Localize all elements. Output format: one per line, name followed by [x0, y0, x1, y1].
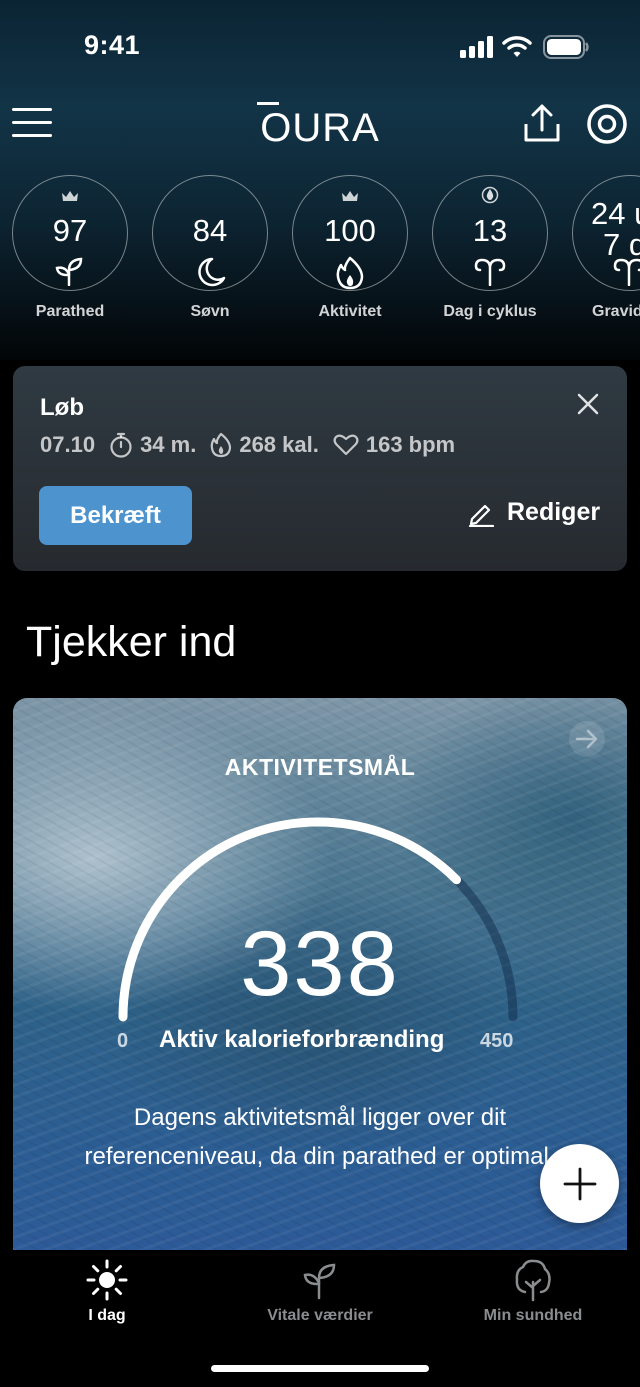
tab-label: Min sundhed [483, 1307, 583, 1324]
heart-icon [333, 434, 359, 456]
battery-icon [543, 35, 589, 59]
workout-stats: 07.10 34 m. 268 kal. 163 bpm [40, 432, 469, 458]
wifi-icon [502, 36, 532, 57]
edit-button[interactable]: Rediger [467, 498, 600, 527]
drop-icon [481, 186, 499, 204]
stopwatch-icon [110, 432, 132, 458]
score-value: 13 [472, 213, 508, 248]
tab-label: Vitale værdier [267, 1307, 373, 1324]
score-sleep[interactable]: 84 Søvn [152, 175, 268, 321]
oura-logo: OURA [240, 98, 400, 150]
score-value: 24 u 7 d [591, 196, 640, 262]
flame-icon [210, 432, 232, 458]
cycle-icon [613, 258, 640, 286]
score-label: Søvn [190, 303, 230, 320]
score-label: Aktivitet [318, 303, 382, 320]
ring-settings-icon[interactable] [585, 102, 629, 146]
score-cycle[interactable]: 13 Dag i cyklus [432, 175, 548, 321]
cycle-icon [474, 258, 506, 286]
pencil-icon [468, 504, 495, 527]
workout-calories: 268 kal. [239, 432, 319, 457]
arrow-right-icon[interactable] [568, 720, 606, 758]
activity-goal-card[interactable]: AKTIVITETSMÅL 338 0 Aktiv kalorieforbræn… [13, 698, 627, 1258]
tree-icon [515, 1259, 551, 1302]
status-time: 9:41 [84, 30, 141, 60]
tab-label: I dag [88, 1307, 126, 1324]
score-label: Dag i cyklus [443, 303, 537, 320]
tab-today[interactable]: I dag [17, 1258, 197, 1325]
hamburger-icon [12, 108, 52, 111]
goal-description: Dagens aktivitetsmål ligger over dit ref… [84, 1104, 556, 1170]
score-label: Gravid [592, 303, 640, 320]
section-title: Tjekker ind [26, 618, 237, 666]
close-icon[interactable] [576, 392, 600, 416]
sprout-icon [303, 1263, 336, 1300]
goal-title: AKTIVITETSMÅL [224, 754, 416, 780]
tab-my-health[interactable]: Min sundhed [443, 1258, 623, 1325]
workout-title: Løb [40, 394, 84, 421]
plus-icon [563, 1167, 596, 1200]
workout-card: Løb 07.10 34 m. 268 kal. 163 bpm Bekræft [13, 366, 627, 571]
flame-icon [336, 256, 364, 290]
sun-icon [86, 1259, 128, 1301]
home-indicator [211, 1365, 429, 1372]
tab-vitals[interactable]: Vitale værdier [230, 1258, 410, 1325]
goal-value: 338 [240, 913, 400, 1015]
add-button[interactable] [540, 1144, 619, 1223]
workout-duration: 34 m. [140, 432, 197, 457]
score-value: 100 [324, 213, 376, 248]
confirm-button[interactable]: Bekræft [39, 486, 192, 545]
menu-button[interactable] [12, 104, 54, 140]
crown-icon [62, 191, 78, 201]
crown-icon [342, 191, 358, 201]
goal-metric-label: Aktiv kalorieforbrænding [159, 1026, 445, 1053]
gauge-min: 0 [117, 1030, 129, 1052]
edit-label: Rediger [507, 498, 601, 526]
workout-date: 07.10 [40, 432, 96, 457]
moon-icon [198, 257, 226, 287]
score-pregnancy[interactable]: 24 u 7 d Gravid [572, 175, 640, 321]
sprout-icon [55, 257, 83, 286]
status-bar: 9:41 [0, 0, 640, 90]
cellular-signal-icon [460, 36, 493, 58]
score-value: 97 [52, 213, 88, 248]
gauge-max: 450 [480, 1030, 514, 1052]
score-value: 84 [192, 213, 228, 248]
score-label: Parathed [35, 303, 105, 320]
logo-text: OURA [260, 106, 380, 150]
share-icon[interactable] [520, 102, 564, 146]
score-activity[interactable]: 100 Aktivitet [292, 175, 408, 321]
score-readiness[interactable]: 97 Parathed [12, 175, 128, 321]
workout-heart-rate: 163 bpm [365, 432, 456, 457]
